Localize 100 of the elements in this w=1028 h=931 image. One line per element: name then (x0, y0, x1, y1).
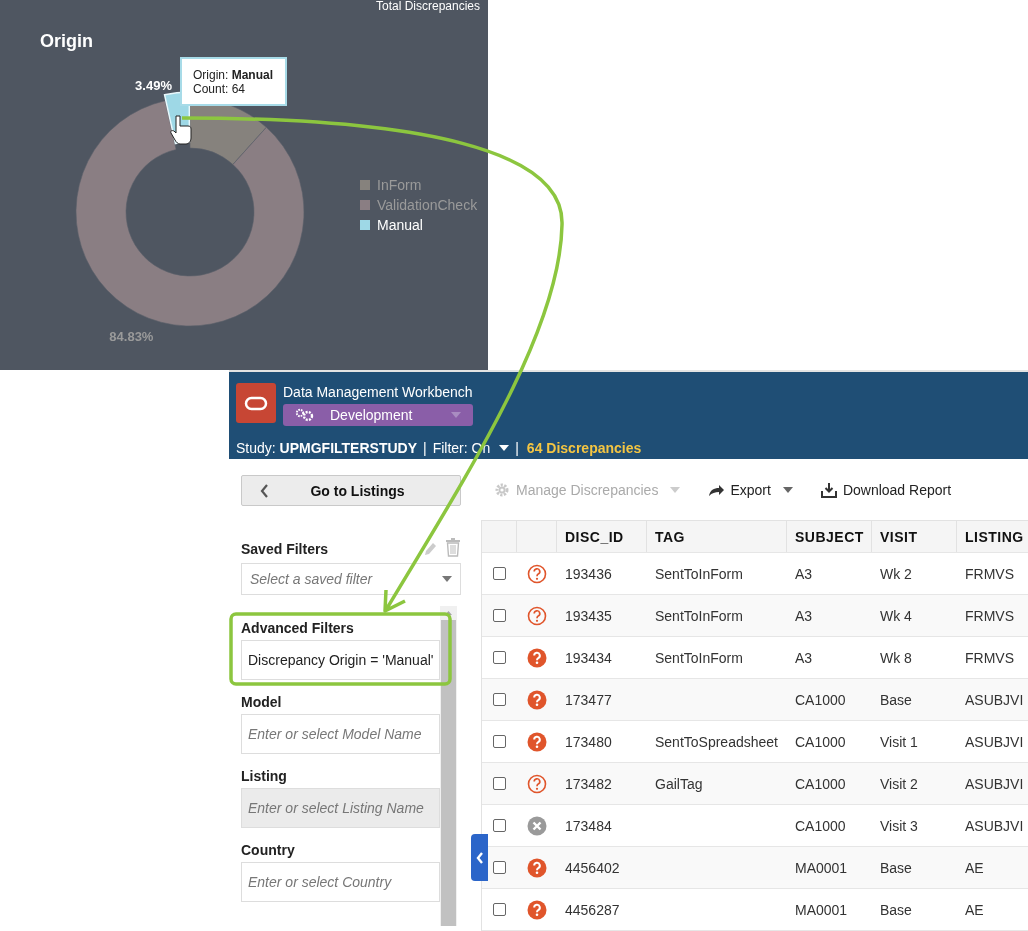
checkbox[interactable] (492, 861, 506, 874)
caret-icon (451, 412, 461, 418)
table-cell-text: A3 (794, 564, 814, 584)
checkbox[interactable] (492, 651, 506, 664)
input-field: Enter or select Listing Name (241, 788, 440, 828)
separator: | (515, 440, 519, 456)
question-icon (526, 647, 547, 668)
checkbox[interactable] (492, 903, 506, 916)
collapse-panel-button[interactable] (471, 834, 488, 881)
table-cell-text: Base (879, 690, 913, 710)
table-cell-text: FRMVS (964, 606, 1015, 626)
table-cell-text: ASUBJVI (964, 732, 1025, 752)
checkbox[interactable] (492, 567, 506, 580)
discrepancy-count: 64 Discrepancies (526, 440, 642, 456)
table-cell-text: 173477 (564, 690, 613, 710)
table-cell-text: Wk 2 (879, 564, 913, 584)
table-cell-text: ASUBJVI (964, 816, 1025, 836)
table-cell-text: 173484 (564, 816, 613, 836)
input-field[interactable]: Discrepancy Origin = 'Manual' (241, 640, 440, 680)
caret-icon (442, 576, 452, 582)
column-header[interactable]: SUBJECT (787, 521, 872, 552)
table-cell-text: Wk 4 (879, 606, 913, 626)
field-label: Advanced Filters (241, 620, 355, 637)
table-cell-text: Wk 8 (879, 648, 913, 668)
table-cell-text: Visit 1 (879, 732, 919, 752)
app-title: Data Management Workbench (283, 384, 473, 401)
environment-dropdown[interactable]: Development (283, 404, 473, 426)
table-cell-text: 193435 (564, 606, 613, 626)
field-label: Listing (241, 768, 288, 785)
panel-heading: Total Discrepancies (375, 0, 480, 13)
table-cell-text: SentToInForm (654, 606, 744, 626)
table-cell-text: ASUBJVI (964, 690, 1025, 710)
checkbox[interactable] (492, 819, 506, 832)
table-cell-text: CA1000 (794, 732, 847, 752)
table-cell-text: AE (964, 858, 985, 878)
column-header[interactable]: TAG (647, 521, 787, 552)
table-cell-text: CA1000 (794, 690, 847, 710)
table-cell-text: MA0001 (794, 900, 849, 920)
separator: | (423, 440, 427, 456)
table-cell-text: 173480 (564, 732, 613, 752)
x-circle-icon (526, 815, 547, 836)
table-cell-text: A3 (794, 648, 814, 668)
gears-icon (295, 408, 315, 422)
table-cell-text: CA1000 (794, 774, 847, 794)
export-button[interactable]: Export (708, 481, 793, 498)
column-header[interactable]: VISIT (872, 521, 957, 552)
input-field[interactable]: Enter or select Country (241, 862, 440, 902)
table-cell-text: Visit 2 (879, 774, 919, 794)
question-icon (526, 899, 547, 920)
table-cell-text: SentToInForm (654, 648, 744, 668)
chevron-left-icon (475, 851, 484, 864)
table-cell-text: Visit 3 (879, 816, 919, 836)
table-cell-text: 4456402 (564, 858, 621, 878)
chart-tooltip: Origin: Manual Count: 64 (180, 57, 287, 106)
table-cell-text: AE (964, 900, 985, 920)
go-to-listings-button[interactable]: Go to Listings (241, 475, 461, 506)
table-cell-text: MA0001 (794, 858, 849, 878)
checkbox[interactable] (492, 609, 506, 622)
chevron-left-icon (260, 483, 269, 498)
download-icon (820, 481, 837, 498)
question-icon (526, 857, 547, 878)
caret-icon (499, 445, 510, 451)
table-cell-text: Base (879, 900, 913, 920)
table-cell-text: 173482 (564, 774, 613, 794)
table-cell-text: GailTag (654, 774, 704, 794)
table-cell-text: ASUBJVI (964, 774, 1025, 794)
checkbox[interactable] (492, 693, 506, 706)
question-icon (526, 689, 547, 710)
question-icon (526, 605, 547, 626)
column-header[interactable]: LISTING (957, 521, 1028, 552)
gear-icon (494, 481, 510, 498)
table-cell-text: SentToInForm (654, 564, 744, 584)
question-icon (526, 563, 547, 584)
study-label: Study: UPMGFILTERSTUDY (236, 440, 417, 456)
saved-filter-select[interactable]: Select a saved filter (241, 563, 461, 595)
table-cell-text: FRMVS (964, 564, 1015, 584)
table-cell-text: 193434 (564, 648, 613, 668)
table-cell-text: A3 (794, 606, 814, 626)
chart-title: Origin (40, 31, 93, 51)
donut-slice[interactable] (75, 100, 305, 327)
table-cell-text: 4456287 (564, 900, 621, 920)
table-cell-text: FRMVS (964, 648, 1015, 668)
question-icon (526, 731, 547, 752)
legend-label[interactable]: Manual (377, 217, 423, 233)
table-cell-text: Base (879, 858, 913, 878)
section-label: Saved Filters (241, 541, 329, 557)
input-field[interactable]: Enter or select Model Name (241, 714, 440, 754)
field-label: Model (241, 694, 283, 711)
question-icon (526, 773, 547, 794)
hand-cursor-icon (170, 115, 192, 145)
field-label: Country (241, 842, 296, 859)
checkbox[interactable] (492, 777, 506, 790)
download-report-button[interactable]: Download Report (820, 481, 952, 498)
column-header[interactable]: DISC_ID (557, 521, 647, 552)
data-label: 3.49% (135, 77, 172, 93)
logo-icon (236, 383, 276, 423)
checkbox[interactable] (492, 735, 506, 748)
table-cell-text: SentToSpreadsheet (654, 732, 779, 752)
table-cell-text: CA1000 (794, 816, 847, 836)
table-cell-text: 193436 (564, 564, 613, 584)
